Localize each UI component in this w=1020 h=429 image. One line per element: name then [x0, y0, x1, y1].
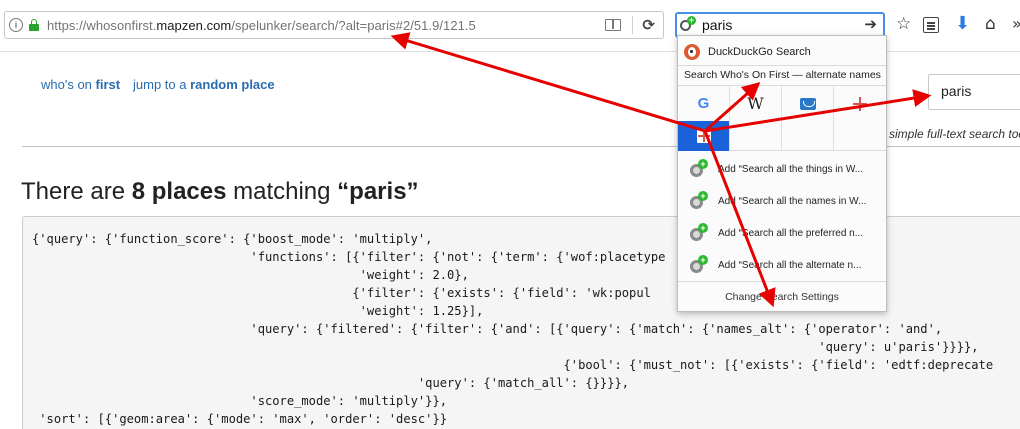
- engine-icon-row-2: [678, 121, 886, 151]
- duckduckgo-label: DuckDuckGo Search: [708, 46, 811, 58]
- code-line: 'weight': 1.25}],: [32, 304, 484, 318]
- add-engine-label: Add “Search all the preferred n...: [718, 227, 864, 239]
- engine-whosonfirst-selected[interactable]: [678, 121, 730, 151]
- clipboard-icon[interactable]: [923, 17, 939, 33]
- url-host: mapzen.com: [156, 17, 232, 33]
- add-engine-label: Add “Search all the names in W...: [718, 195, 867, 207]
- popup-divider: [678, 65, 886, 66]
- brand-bold: first: [95, 77, 121, 92]
- add-search-icon: +: [690, 223, 710, 243]
- code-line: 'query': u'paris'}}}},: [32, 340, 979, 354]
- book-icon: [799, 97, 816, 110]
- add-engine-item[interactable]: + Add “Search all the preferred n...: [678, 217, 886, 249]
- url-prefix: https://whosonfirst.: [47, 17, 157, 33]
- engine-icon-row: G W: [678, 86, 886, 121]
- google-icon: G: [697, 95, 710, 112]
- add-search-icon: +: [690, 255, 710, 275]
- screenshot-root: i https://whosonfirst.mapzen.com/spelunk…: [0, 0, 1020, 429]
- code-line: 'functions': [{'filter': {'not': {'term'…: [32, 250, 666, 264]
- code-line: 'score_mode': 'multiply'}},: [32, 394, 448, 408]
- add-engine-item[interactable]: + Add “Search all the things in W...: [678, 153, 886, 185]
- search-title-suffix: — alternate names: [789, 69, 881, 81]
- add-engine-label: Add “Search all the things in W...: [718, 163, 864, 175]
- engine-google[interactable]: G: [678, 86, 730, 121]
- code-line: 'query': {'match_all': {}}}},: [32, 376, 630, 390]
- code-line: 'query': {'filtered': {'filter': {'and':…: [32, 322, 943, 336]
- brand-prefix: who's on: [41, 77, 96, 92]
- code-line: 'weight': 2.0},: [32, 268, 469, 282]
- search-title-site: Who's On First: [720, 69, 790, 81]
- engine-book[interactable]: [782, 86, 834, 121]
- address-bar[interactable]: i https://whosonfirst.mapzen.com/spelunk…: [4, 11, 664, 39]
- random-place-link[interactable]: jump to a random place: [133, 77, 275, 92]
- search-title-prefix: Search: [684, 69, 721, 81]
- add-search-icon: +: [690, 191, 710, 211]
- engine-empty-slot: [834, 121, 886, 151]
- info-icon[interactable]: i: [9, 18, 23, 32]
- add-engine-item[interactable]: + Add “Search all the alternate n...: [678, 249, 886, 281]
- site-brand-link[interactable]: who's on first: [41, 77, 120, 92]
- engine-wikipedia[interactable]: W: [730, 86, 782, 121]
- wof-icon: [696, 129, 711, 143]
- heading-query: “paris”: [337, 178, 419, 205]
- compass-icon: [853, 96, 867, 111]
- engine-compass[interactable]: [834, 86, 886, 121]
- random-prefix: jump to a: [133, 77, 191, 92]
- add-engine-item[interactable]: + Add “Search all the names in W...: [678, 185, 886, 217]
- search-engine-icon[interactable]: +: [680, 16, 698, 34]
- duckduckgo-icon: [684, 44, 700, 60]
- code-line: {'bool': {'must_not': [{'exists': {'fiel…: [32, 358, 994, 372]
- heading-count: 8 places: [131, 178, 227, 205]
- url-path: /spelunker/search/?alt=paris#2/51.9/121.…: [231, 17, 476, 33]
- search-suggestions-popup: DuckDuckGo Search Search Who's On First …: [677, 35, 887, 312]
- search-hint: simple full-text search tool: [889, 127, 1020, 141]
- code-line: 'sort': [{'geom:area': {'mode': 'max', '…: [32, 412, 448, 426]
- url-text[interactable]: https://whosonfirst.mapzen.com/spelunker…: [47, 18, 476, 33]
- download-icon[interactable]: ⬇: [955, 14, 970, 34]
- engine-empty-slot: [782, 121, 834, 151]
- url-divider: [632, 16, 633, 34]
- heading-prefix: There are: [21, 178, 132, 205]
- search-bar-input[interactable]: paris: [702, 17, 732, 33]
- overflow-icon[interactable]: »: [1012, 14, 1020, 34]
- add-search-icon: +: [690, 159, 710, 179]
- code-line: {'filter': {'exists': {'field': 'wk:popu…: [32, 286, 651, 300]
- reload-icon[interactable]: ⟳: [642, 17, 655, 33]
- duckduckgo-search-item[interactable]: DuckDuckGo Search: [678, 39, 886, 65]
- change-search-settings[interactable]: Change Search Settings: [678, 281, 886, 311]
- star-icon[interactable]: ☆: [896, 14, 911, 34]
- add-engine-label: Add “Search all the alternate n...: [718, 259, 862, 271]
- lock-icon[interactable]: [29, 19, 39, 31]
- results-heading: There are 8 places matching “paris”: [21, 178, 419, 206]
- search-with-title: Search Who's On First — alternate names: [684, 69, 881, 81]
- home-icon[interactable]: ⌂: [985, 14, 996, 34]
- wikipedia-icon: W: [747, 94, 764, 113]
- heading-mid: matching: [226, 178, 338, 205]
- code-line: {'query': {'function_score': {'boost_mod…: [32, 232, 433, 246]
- engine-empty-slot: [730, 121, 782, 151]
- page-search-input[interactable]: paris: [928, 74, 1020, 110]
- random-bold: random place: [190, 77, 275, 92]
- arrow-right-icon[interactable]: ➔: [864, 15, 877, 33]
- reader-view-icon[interactable]: [605, 19, 621, 31]
